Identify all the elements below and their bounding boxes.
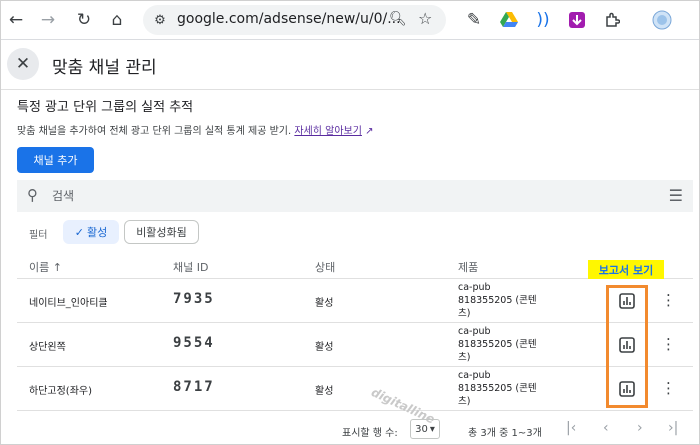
section-description: 맞춤 채널을 추가하여 전체 광고 단위 그룹의 실적 통계 제공 받기. 자세…: [17, 122, 374, 137]
zoom-icon[interactable]: 🔍︎: [389, 11, 407, 27]
table-row: 하단고정(좌우) 8717 활성 ca-pub 818355205 (콘텐 츠)…: [17, 367, 693, 411]
filter-chip-active[interactable]: ✓ 활성: [63, 220, 119, 244]
dialog-title: 맞춤 채널 관리: [52, 58, 157, 78]
product-line: ca-pub: [458, 326, 491, 337]
more-vert-icon[interactable]: ⋮: [661, 291, 676, 310]
channel-status: 활성: [315, 386, 334, 397]
next-page-icon[interactable]: ›: [637, 420, 643, 436]
report-highlight-box: [606, 285, 648, 408]
column-status: 상태: [315, 261, 336, 274]
channel-product: ca-pub 818355205 (콘텐 츠): [458, 325, 598, 364]
row-count: 총 3개 중 1~3개: [468, 428, 542, 439]
channel-status: 활성: [315, 298, 334, 309]
more-vert-icon[interactable]: ⋮: [661, 379, 676, 398]
channel-product: ca-pub 818355205 (콘텐 츠): [458, 281, 598, 320]
section-description-text: 맞춤 채널을 추가하여 전체 광고 단위 그룹의 실적 통계 제공 받기.: [17, 126, 292, 137]
product-line: 818355205 (콘텐: [458, 295, 537, 306]
audio-icon[interactable]: )): [531, 8, 555, 32]
close-icon[interactable]: ✕: [7, 48, 39, 80]
dialog-header: ✕ 맞춤 채널 관리: [0, 40, 700, 90]
column-product: 제품: [458, 261, 479, 274]
extensions-icon[interactable]: [600, 8, 624, 32]
report-annotation-label: 보고서 보기: [588, 260, 664, 279]
product-line: 츠): [458, 308, 471, 319]
filter-icon[interactable]: ☰: [669, 186, 683, 205]
table-row: 상단왼쪽 9554 활성 ca-pub 818355205 (콘텐 츠) ⋮: [17, 323, 693, 367]
table-row: 네이티브_인아티클 7935 활성 ca-pub 818355205 (콘텐 츠…: [17, 279, 693, 323]
search-icon: ⚲: [27, 186, 38, 204]
address-bar[interactable]: ⚙ google.com/adsense/new/u/0/... 🔍︎ ☆: [143, 5, 446, 35]
add-channel-button[interactable]: 채널 추가: [17, 147, 94, 173]
search-bar[interactable]: ⚲ 검색 ☰: [17, 180, 693, 212]
site-info-icon[interactable]: ⚙: [151, 11, 169, 29]
channel-id: 7935: [173, 291, 215, 307]
filter-chip-active-label: 활성: [86, 226, 108, 239]
check-icon: ✓: [74, 225, 84, 239]
dropdown-arrow-icon: ▾: [429, 423, 435, 435]
channel-id: 8717: [173, 379, 215, 395]
learn-more-link[interactable]: 자세히 알아보기: [294, 126, 362, 137]
column-id: 채널 ID: [173, 261, 209, 274]
channel-status: 활성: [315, 342, 334, 353]
rows-per-page-select[interactable]: 30 ▾: [410, 419, 440, 439]
column-name[interactable]: 이름 ↑: [29, 259, 62, 275]
download-icon[interactable]: [565, 8, 589, 32]
product-line: ca-pub: [458, 282, 491, 293]
filter-label: 필터: [29, 230, 48, 241]
last-page-icon[interactable]: ›|: [668, 420, 678, 436]
reload-icon[interactable]: ↻: [72, 8, 96, 32]
rows-per-page-value: 30: [415, 423, 428, 435]
product-line: 츠): [458, 396, 471, 407]
filter-row: 필터 ✓ 활성 비활성화됨: [17, 218, 693, 246]
product-line: 츠): [458, 352, 471, 363]
channel-name: 네이티브_인아티클: [29, 298, 108, 309]
browser-toolbar: ← → ↻ ⌂ ⚙ google.com/adsense/new/u/0/...…: [0, 0, 700, 40]
pencil-icon[interactable]: ✎: [462, 8, 486, 32]
search-input[interactable]: 검색: [52, 187, 74, 204]
prev-page-icon[interactable]: ‹: [603, 420, 609, 436]
filter-chip-inactive[interactable]: 비활성화됨: [124, 220, 199, 244]
back-icon[interactable]: ←: [4, 8, 28, 32]
product-line: 818355205 (콘텐: [458, 383, 537, 394]
first-page-icon[interactable]: |‹: [566, 420, 576, 436]
url-text[interactable]: google.com/adsense/new/u/0/...: [177, 11, 401, 27]
channel-name: 하단고정(좌우): [29, 386, 93, 397]
product-line: 818355205 (콘텐: [458, 339, 537, 350]
more-vert-icon[interactable]: ⋮: [661, 335, 676, 354]
channel-name: 상단왼쪽: [29, 342, 66, 353]
rows-per-page-label: 표시할 행 수:: [342, 428, 398, 439]
forward-icon[interactable]: →: [36, 8, 60, 32]
section-title: 특정 광고 단위 그룹의 실적 추적: [17, 100, 194, 115]
drive-icon[interactable]: [497, 8, 521, 32]
external-link-icon: ↗: [365, 126, 374, 137]
profile-icon[interactable]: [650, 8, 674, 32]
home-icon[interactable]: ⌂: [105, 8, 129, 32]
star-icon[interactable]: ☆: [418, 9, 432, 28]
channel-product: ca-pub 818355205 (콘텐 츠): [458, 369, 598, 408]
product-line: ca-pub: [458, 370, 491, 381]
pagination: 표시할 행 수: 30 ▾ 총 3개 중 1~3개 |‹ ‹ › ›|: [0, 413, 700, 445]
channel-id: 9554: [173, 335, 215, 351]
